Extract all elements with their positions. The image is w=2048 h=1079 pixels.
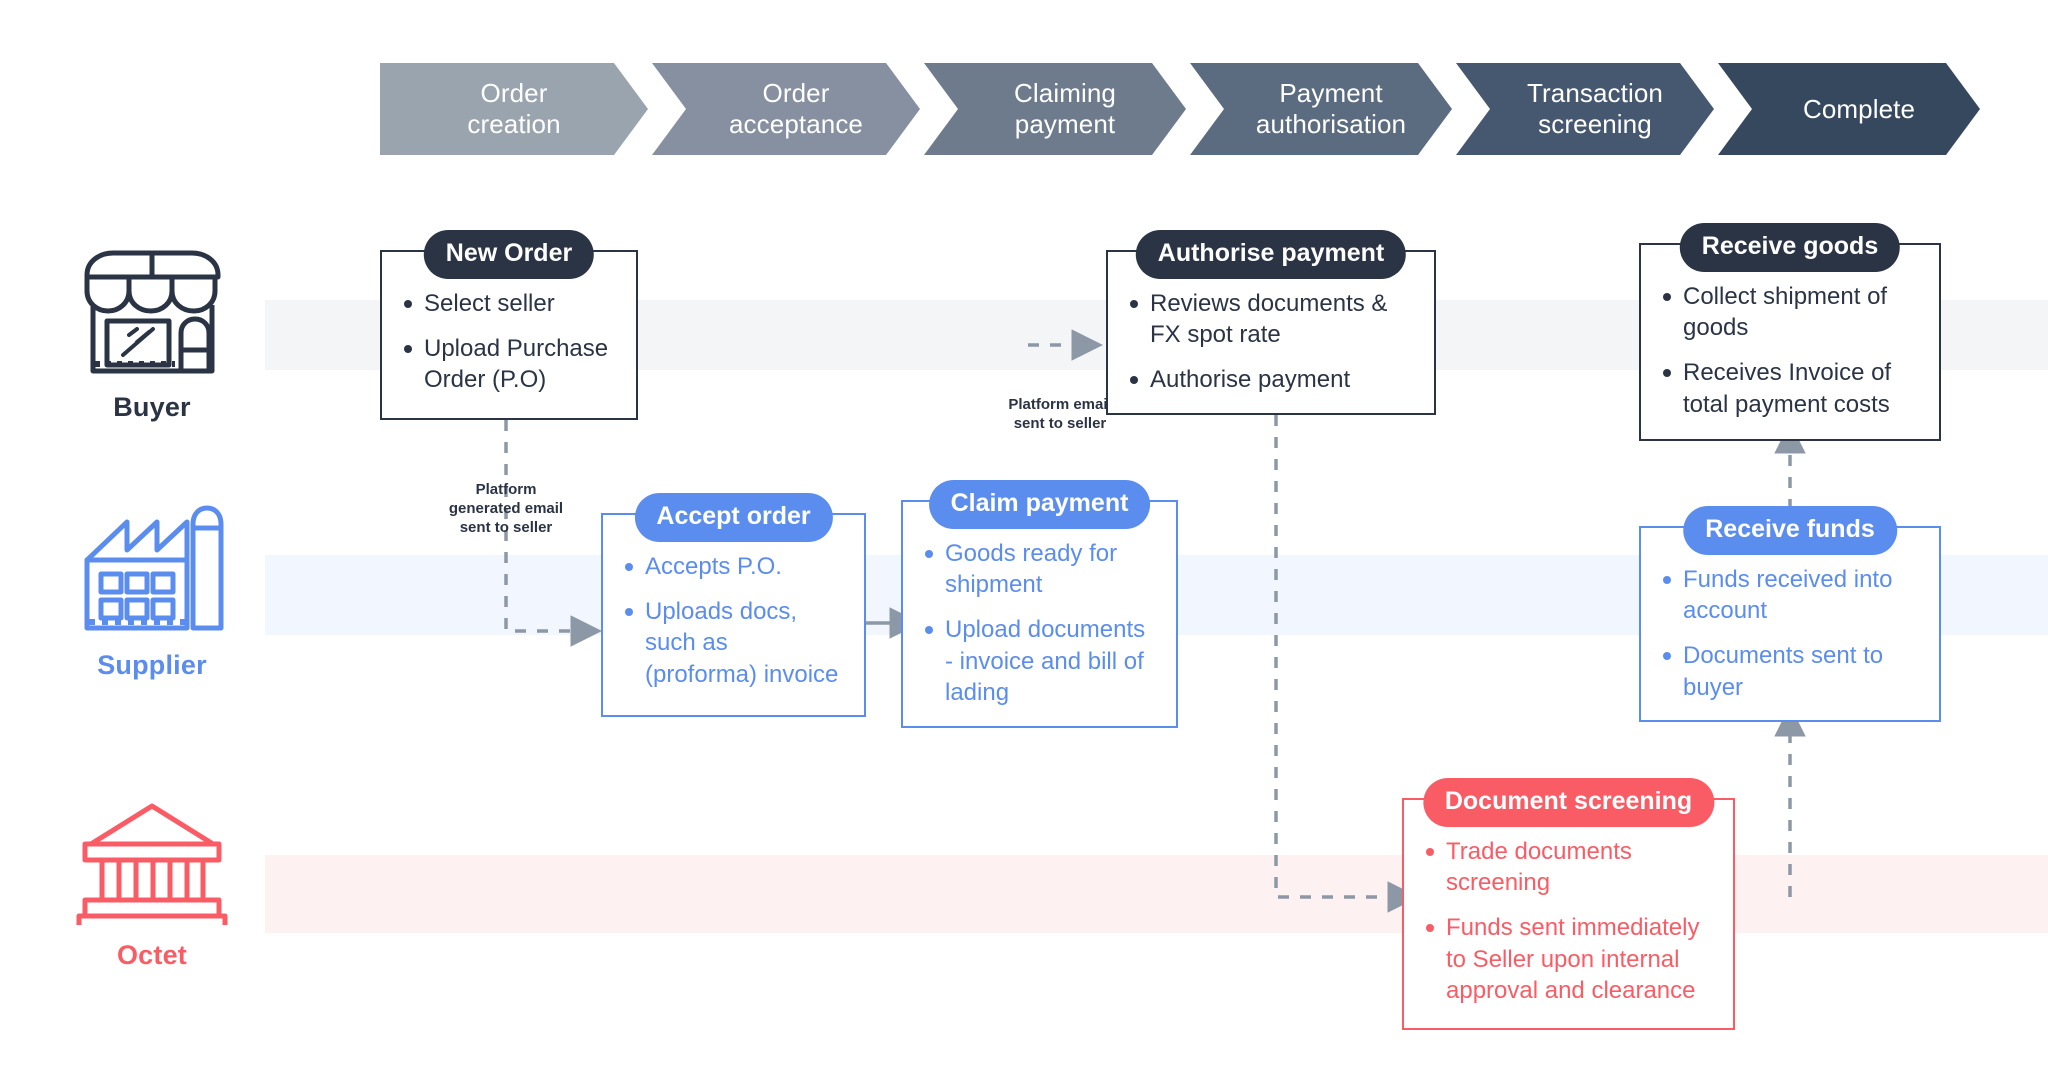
box-receive-funds[interactable]: Receive funds Funds received into accoun… (1639, 506, 1941, 722)
stage-complete[interactable]: Complete (1718, 63, 1980, 155)
list-item: Trade documents screening (1424, 836, 1713, 898)
box-items-authorise-payment: Reviews documents & FX spot rate Authori… (1128, 288, 1414, 396)
box-title-receive-funds: Receive funds (1683, 506, 1897, 555)
list-item: Upload documents - invoice and bill of l… (923, 614, 1156, 708)
actor-label-supplier: Supplier (97, 650, 207, 680)
list-item: Goods ready for shipment (923, 538, 1156, 600)
box-items-receive-funds: Funds received into account Documents se… (1661, 564, 1919, 703)
stage-label-line1: Claiming (1014, 78, 1116, 109)
stage-label-line1: Complete (1802, 93, 1916, 124)
box-items-receive-goods: Collect shipment of goods Receives Invoi… (1661, 281, 1919, 420)
stage-claiming-payment[interactable]: Claiming payment (924, 63, 1186, 155)
box-title-new-order: New Order (423, 230, 595, 279)
box-document-screening[interactable]: Document screening Trade documents scree… (1402, 778, 1735, 1030)
box-receive-goods[interactable]: Receive goods Collect shipment of goods … (1639, 223, 1941, 441)
stage-label-line1: Transaction (1527, 78, 1663, 109)
note-text: Platform email sent to seller (1008, 396, 1112, 433)
stage-payment-authorisation[interactable]: Payment authorisation (1190, 63, 1452, 155)
actor-label-octet: Octet (116, 940, 188, 970)
stage-label-line1: Order (762, 78, 830, 109)
box-title-accept-order: Accept order (634, 493, 833, 542)
stage-label-line1: Payment (1279, 78, 1383, 109)
stage-label-line2: acceptance (729, 109, 863, 139)
stage-label-line2: screening (1538, 109, 1652, 139)
box-items-new-order: Select seller Upload Purchase Order (P.O… (402, 288, 616, 396)
box-items-claim-payment: Goods ready for shipment Upload document… (923, 538, 1156, 708)
box-new-order[interactable]: New Order Select seller Upload Purchase … (380, 230, 638, 420)
stage-label-line2: payment (1014, 109, 1116, 139)
list-item: Collect shipment of goods (1661, 281, 1919, 343)
box-authorise-payment[interactable]: Authorise payment Reviews documents & FX… (1106, 230, 1436, 415)
lane-octet (265, 855, 2048, 933)
list-item: Upload Purchase Order (P.O) (402, 333, 616, 395)
list-item: Funds sent immediately to Seller upon in… (1424, 912, 1713, 1006)
box-title-claim-payment: Claim payment (928, 480, 1151, 529)
list-item: Accepts P.O. (623, 551, 844, 582)
note-text: Platform generated email sent to seller (448, 481, 564, 537)
bank-icon (76, 803, 227, 931)
box-items-accept-order: Accepts P.O. Uploads docs, such as (prof… (623, 551, 844, 690)
connector-authorise-to-screening (1274, 415, 1419, 913)
process-stage-banner: Order creation Order acceptance Claiming… (380, 63, 1980, 155)
stage-transaction-screening[interactable]: Transaction screening (1456, 63, 1714, 155)
diagram-canvas: Order creation Order acceptance Claiming… (0, 0, 2048, 1079)
stage-label-line2: authorisation (1255, 109, 1407, 139)
note-platform-email: Platform email sent to seller (1000, 395, 1120, 433)
list-item: Authorise payment (1128, 364, 1414, 395)
box-items-document-screening: Trade documents screening Funds sent imm… (1424, 836, 1713, 1006)
list-item: Documents sent to buyer (1661, 640, 1919, 702)
box-accept-order[interactable]: Accept order Accepts P.O. Uploads docs, … (601, 493, 866, 717)
stage-order-acceptance[interactable]: Order acceptance (652, 63, 920, 155)
box-claim-payment[interactable]: Claim payment Goods ready for shipment U… (901, 480, 1178, 728)
actor-octet: Octet (62, 800, 242, 971)
actor-label-buyer: Buyer (113, 392, 191, 422)
list-item: Uploads docs, such as (proforma) invoice (623, 596, 844, 690)
actor-buyer: Buyer (62, 247, 242, 423)
stage-order-creation[interactable]: Order creation (380, 63, 648, 155)
storefront-icon (84, 250, 220, 374)
list-item: Funds received into account (1661, 564, 1919, 626)
list-item: Select seller (402, 288, 616, 319)
box-title-document-screening: Document screening (1422, 778, 1715, 827)
list-item: Receives Invoice of total payment costs (1661, 357, 1919, 419)
stage-label-line1: Order (480, 78, 548, 109)
box-title-receive-goods: Receive goods (1679, 223, 1901, 272)
stage-label-line2: creation (467, 109, 561, 139)
actor-supplier: Supplier (62, 500, 242, 681)
box-title-authorise-payment: Authorise payment (1135, 230, 1407, 279)
note-platform-generated-email: Platform generated email sent to seller (446, 480, 566, 538)
list-item: Reviews documents & FX spot rate (1128, 288, 1414, 350)
factory-icon (84, 505, 223, 631)
